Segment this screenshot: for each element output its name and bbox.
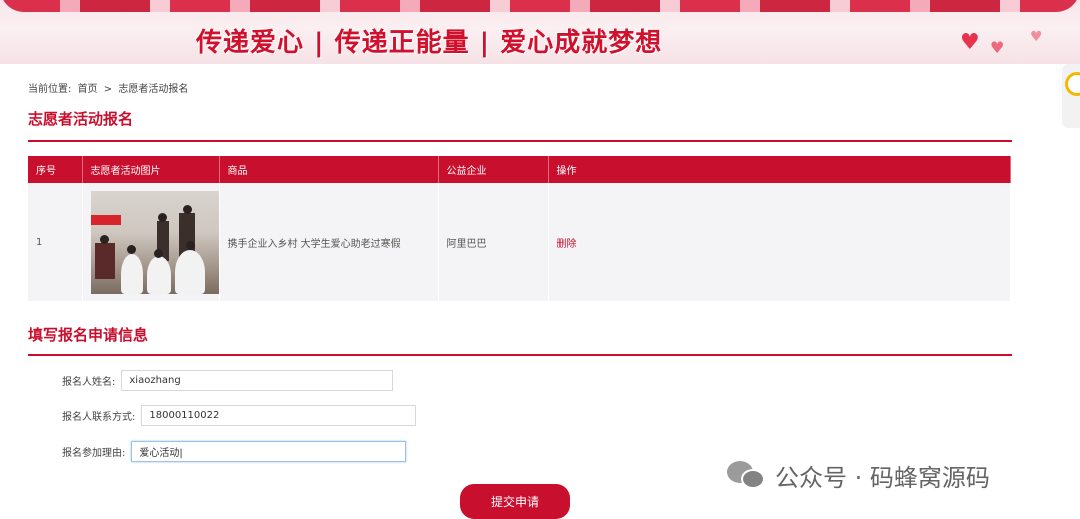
col-header-product: 商品 [219,156,439,183]
table-row: 1 携手企业入乡村 大学生爱心助老过寒假 阿里巴巴 删除 [28,183,1011,301]
breadcrumb-current: 志愿者活动报名 [118,84,189,95]
heart-icon: ♥ [990,38,1005,57]
activity-table: 序号 志愿者活动图片 商品 公益企业 操作 1 携手企业入乡村 大学生爱心助老过… [28,156,1011,301]
photo-head [99,234,109,244]
photo-head [185,240,195,250]
watermark: 公众号 · 码蜂窝源码 [727,458,990,493]
form-row-name: 报名人姓名: [62,370,394,391]
banner-decoration [0,0,1080,12]
banner-slogan: 传递爱心 | 传递正能量 | 爱心成就梦想 [196,28,663,58]
float-circle-icon[interactable] [1065,72,1080,96]
activity-section-title: 志愿者活动报名 [28,110,134,128]
form-section-divider [28,354,1012,356]
contact-input[interactable] [141,405,417,426]
top-banner: ♥ ♥ ♥ 传递爱心 | 传递正能量 | 爱心成就梦想 [0,0,1080,64]
row-action-cell: 删除 [548,183,1011,301]
col-header-index: 序号 [28,156,83,183]
photo-head [153,248,163,258]
reason-label: 报名参加理由: [62,448,126,459]
photo-figure [94,242,115,279]
section-divider [28,140,1012,142]
row-image-cell [82,183,220,301]
form-row-contact: 报名人联系方式: [62,405,417,426]
form-row-reason: 报名参加理由: [62,441,407,462]
reason-input[interactable] [131,441,407,462]
row-index: 1 [28,183,83,301]
row-product: 携手企业入乡村 大学生爱心助老过寒假 [219,183,439,301]
photo-red-banner [90,214,121,225]
photo-figure [120,253,143,294]
heart-icon: ♥ [1030,29,1043,45]
breadcrumb: 当前位置: 首页 > 志愿者活动报名 [28,80,191,95]
contact-label: 报名人联系方式: [62,412,136,423]
name-input[interactable] [121,370,394,391]
heart-icon: ♥ [960,30,980,55]
col-header-company: 公益企业 [438,156,549,183]
photo-figure [146,255,171,294]
side-float-widget[interactable] [1062,64,1080,128]
wechat-icon [727,460,767,491]
form-section-title: 填写报名申请信息 [28,326,149,344]
col-header-action: 操作 [548,156,1011,183]
watermark-text: 公众号 · 码蜂窝源码 [775,464,990,492]
breadcrumb-separator: > [103,84,113,95]
activity-photo[interactable] [90,190,219,294]
photo-figure [174,249,205,294]
submit-button[interactable]: 提交申请 [460,484,570,519]
name-label: 报名人姓名: [62,377,116,388]
delete-link[interactable]: 删除 [557,239,577,250]
row-company: 阿里巴巴 [438,183,549,301]
breadcrumb-prefix: 当前位置: [28,84,72,95]
breadcrumb-home-link[interactable]: 首页 [78,84,98,95]
photo-head [157,212,167,222]
photo-head [126,244,136,254]
table-header-row: 序号 志愿者活动图片 商品 公益企业 操作 [28,156,1011,183]
photo-head [182,204,192,214]
col-header-image: 志愿者活动图片 [82,156,220,183]
